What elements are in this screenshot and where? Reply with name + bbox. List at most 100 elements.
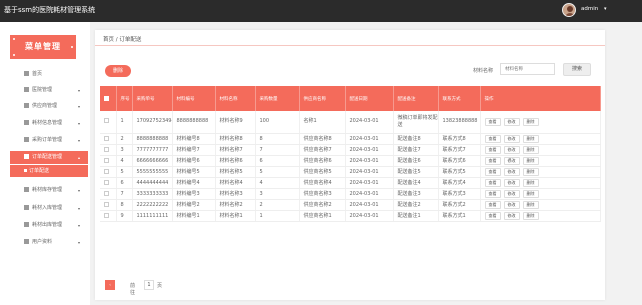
edit-row-button[interactable]: 修改 <box>503 200 520 209</box>
delete-row-button[interactable]: 删除 <box>522 167 539 176</box>
row-checkbox-cell[interactable] <box>100 188 117 200</box>
cell-supplier: 供应商名称6 <box>299 155 346 167</box>
checkbox-icon[interactable] <box>104 135 109 141</box>
cell-order-no: 8888888888 <box>132 133 173 145</box>
cell-order-no: 5555555555 <box>132 166 173 178</box>
search-input[interactable] <box>500 63 555 75</box>
search-button[interactable]: 搜索 <box>563 63 591 76</box>
delete-row-button[interactable]: 删除 <box>522 189 539 198</box>
edit-row-button[interactable]: 修改 <box>503 189 520 198</box>
sidebar-item-stock-out[interactable]: 耗材出库管理 ▾ <box>10 219 88 232</box>
cell-supplier: 名称1 <box>299 111 346 134</box>
cell-order-no: 3333333333 <box>132 188 173 200</box>
row-checkbox-cell[interactable] <box>100 210 117 222</box>
cell-contact: 联系方式6 <box>438 155 481 167</box>
cell-material-name: 材料名称3 <box>215 188 256 200</box>
edit-row-button[interactable]: 修改 <box>503 156 520 165</box>
select-all-checkbox[interactable] <box>100 86 117 111</box>
view-row-button[interactable]: 查看 <box>484 156 501 165</box>
column-header: 序号 <box>116 86 133 111</box>
sidebar: 菜单管理 首页 医院管理 ▾ 供应商管理 ▾ 耗材信息管理 ▾ 采购订单管理 ▾ 订单配… <box>0 22 90 305</box>
sidebar-item-user-profile[interactable]: 用户资料 ▾ <box>10 236 88 249</box>
checkbox-icon[interactable] <box>104 95 109 101</box>
page-number-input[interactable]: 1 <box>144 280 154 290</box>
checkbox-icon[interactable] <box>104 212 109 218</box>
prev-page-button[interactable]: ‹ <box>105 280 115 290</box>
sidebar-item-stock-in[interactable]: 耗材入库管理 ▾ <box>10 202 88 215</box>
edit-row-button[interactable]: 修改 <box>503 134 520 143</box>
app-title: 基于ssm的医院耗材管理系统 <box>4 6 96 14</box>
cell-index: 1 <box>116 111 133 134</box>
user-icon <box>24 239 29 244</box>
avatar[interactable] <box>562 3 576 17</box>
checkbox-icon[interactable] <box>104 179 109 185</box>
checkbox-icon[interactable] <box>104 190 109 196</box>
cell-note: 配送备注7 <box>393 144 439 156</box>
row-checkbox-cell[interactable] <box>100 166 117 178</box>
cell-material-name: 材料名称2 <box>215 199 256 211</box>
cell-note: 配送备注4 <box>393 177 439 189</box>
actions-cell: 查看 修改 删除 <box>480 210 601 222</box>
row-checkbox-cell[interactable] <box>100 111 117 134</box>
sidebar-item-inventory[interactable]: 耗材库存管理 ▾ <box>10 184 88 197</box>
row-checkbox-cell[interactable] <box>100 177 117 189</box>
delete-row-button[interactable]: 删除 <box>522 156 539 165</box>
cell-contact: 联系方式2 <box>438 199 481 211</box>
user-name[interactable]: admin <box>581 6 598 12</box>
row-checkbox-cell[interactable] <box>100 199 117 211</box>
cell-index: 5 <box>116 166 133 178</box>
actions-cell: 查看 修改 删除 <box>480 199 601 211</box>
sidebar-item-delivery-management[interactable]: 订单配送管理 ▴ <box>10 151 88 164</box>
chevron-down-icon: ▾ <box>77 240 80 245</box>
cell-material-name: 材料名称8 <box>215 133 256 145</box>
checkbox-icon[interactable] <box>104 201 109 207</box>
sidebar-subitem-delivery[interactable]: 订单配送 <box>10 165 88 177</box>
view-row-button[interactable]: 查看 <box>484 167 501 176</box>
checkbox-icon[interactable] <box>104 118 109 124</box>
edit-row-button[interactable]: 修改 <box>503 178 520 187</box>
view-row-button[interactable]: 查看 <box>484 145 501 154</box>
delete-row-button[interactable]: 删除 <box>522 117 539 126</box>
chevron-down-icon[interactable]: ▾ <box>604 6 607 12</box>
checkbox-icon[interactable] <box>104 146 109 152</box>
edit-row-button[interactable]: 修改 <box>503 145 520 154</box>
menu-icon <box>24 222 29 227</box>
edit-row-button[interactable]: 修改 <box>503 167 520 176</box>
cell-date: 2024-03-01 <box>345 177 394 189</box>
delete-row-button[interactable]: 删除 <box>522 178 539 187</box>
delete-row-button[interactable]: 删除 <box>522 200 539 209</box>
sidebar-item-supplier[interactable]: 供应商管理 ▾ <box>10 100 88 113</box>
edit-row-button[interactable]: 修改 <box>503 211 520 220</box>
cell-supplier: 供应商名称3 <box>299 188 346 200</box>
view-row-button[interactable]: 查看 <box>484 189 501 198</box>
menu-icon <box>24 120 29 125</box>
column-header: 材料名称 <box>215 86 256 111</box>
cell-contact: 联系方式7 <box>438 144 481 156</box>
cell-date: 2024-03-01 <box>345 155 394 167</box>
sidebar-item-material-info[interactable]: 耗材信息管理 ▾ <box>10 117 88 130</box>
row-checkbox-cell[interactable] <box>100 133 117 145</box>
cell-date: 2024-03-01 <box>345 133 394 145</box>
cell-order-no: 4444444444 <box>132 177 173 189</box>
sidebar-item-hospital[interactable]: 医院管理 ▾ <box>10 84 88 97</box>
cell-material-name: 材料名称6 <box>215 155 256 167</box>
view-row-button[interactable]: 查看 <box>484 211 501 220</box>
row-checkbox-cell[interactable] <box>100 155 117 167</box>
delete-row-button[interactable]: 删除 <box>522 145 539 154</box>
delete-button[interactable]: 删除 <box>105 65 131 77</box>
checkbox-icon[interactable] <box>104 157 109 163</box>
home-icon <box>24 71 29 76</box>
delete-row-button[interactable]: 删除 <box>522 211 539 220</box>
sidebar-item-purchase-order[interactable]: 采购订单管理 ▾ <box>10 134 88 147</box>
checkbox-icon[interactable] <box>104 168 109 174</box>
cell-qty: 5 <box>255 166 300 178</box>
view-row-button[interactable]: 查看 <box>484 117 501 126</box>
edit-row-button[interactable]: 修改 <box>503 117 520 126</box>
view-row-button[interactable]: 查看 <box>484 200 501 209</box>
view-row-button[interactable]: 查看 <box>484 178 501 187</box>
row-checkbox-cell[interactable] <box>100 144 117 156</box>
sidebar-item-home[interactable]: 首页 <box>10 68 88 81</box>
delete-row-button[interactable]: 删除 <box>522 134 539 143</box>
menu-icon <box>24 137 29 142</box>
view-row-button[interactable]: 查看 <box>484 134 501 143</box>
